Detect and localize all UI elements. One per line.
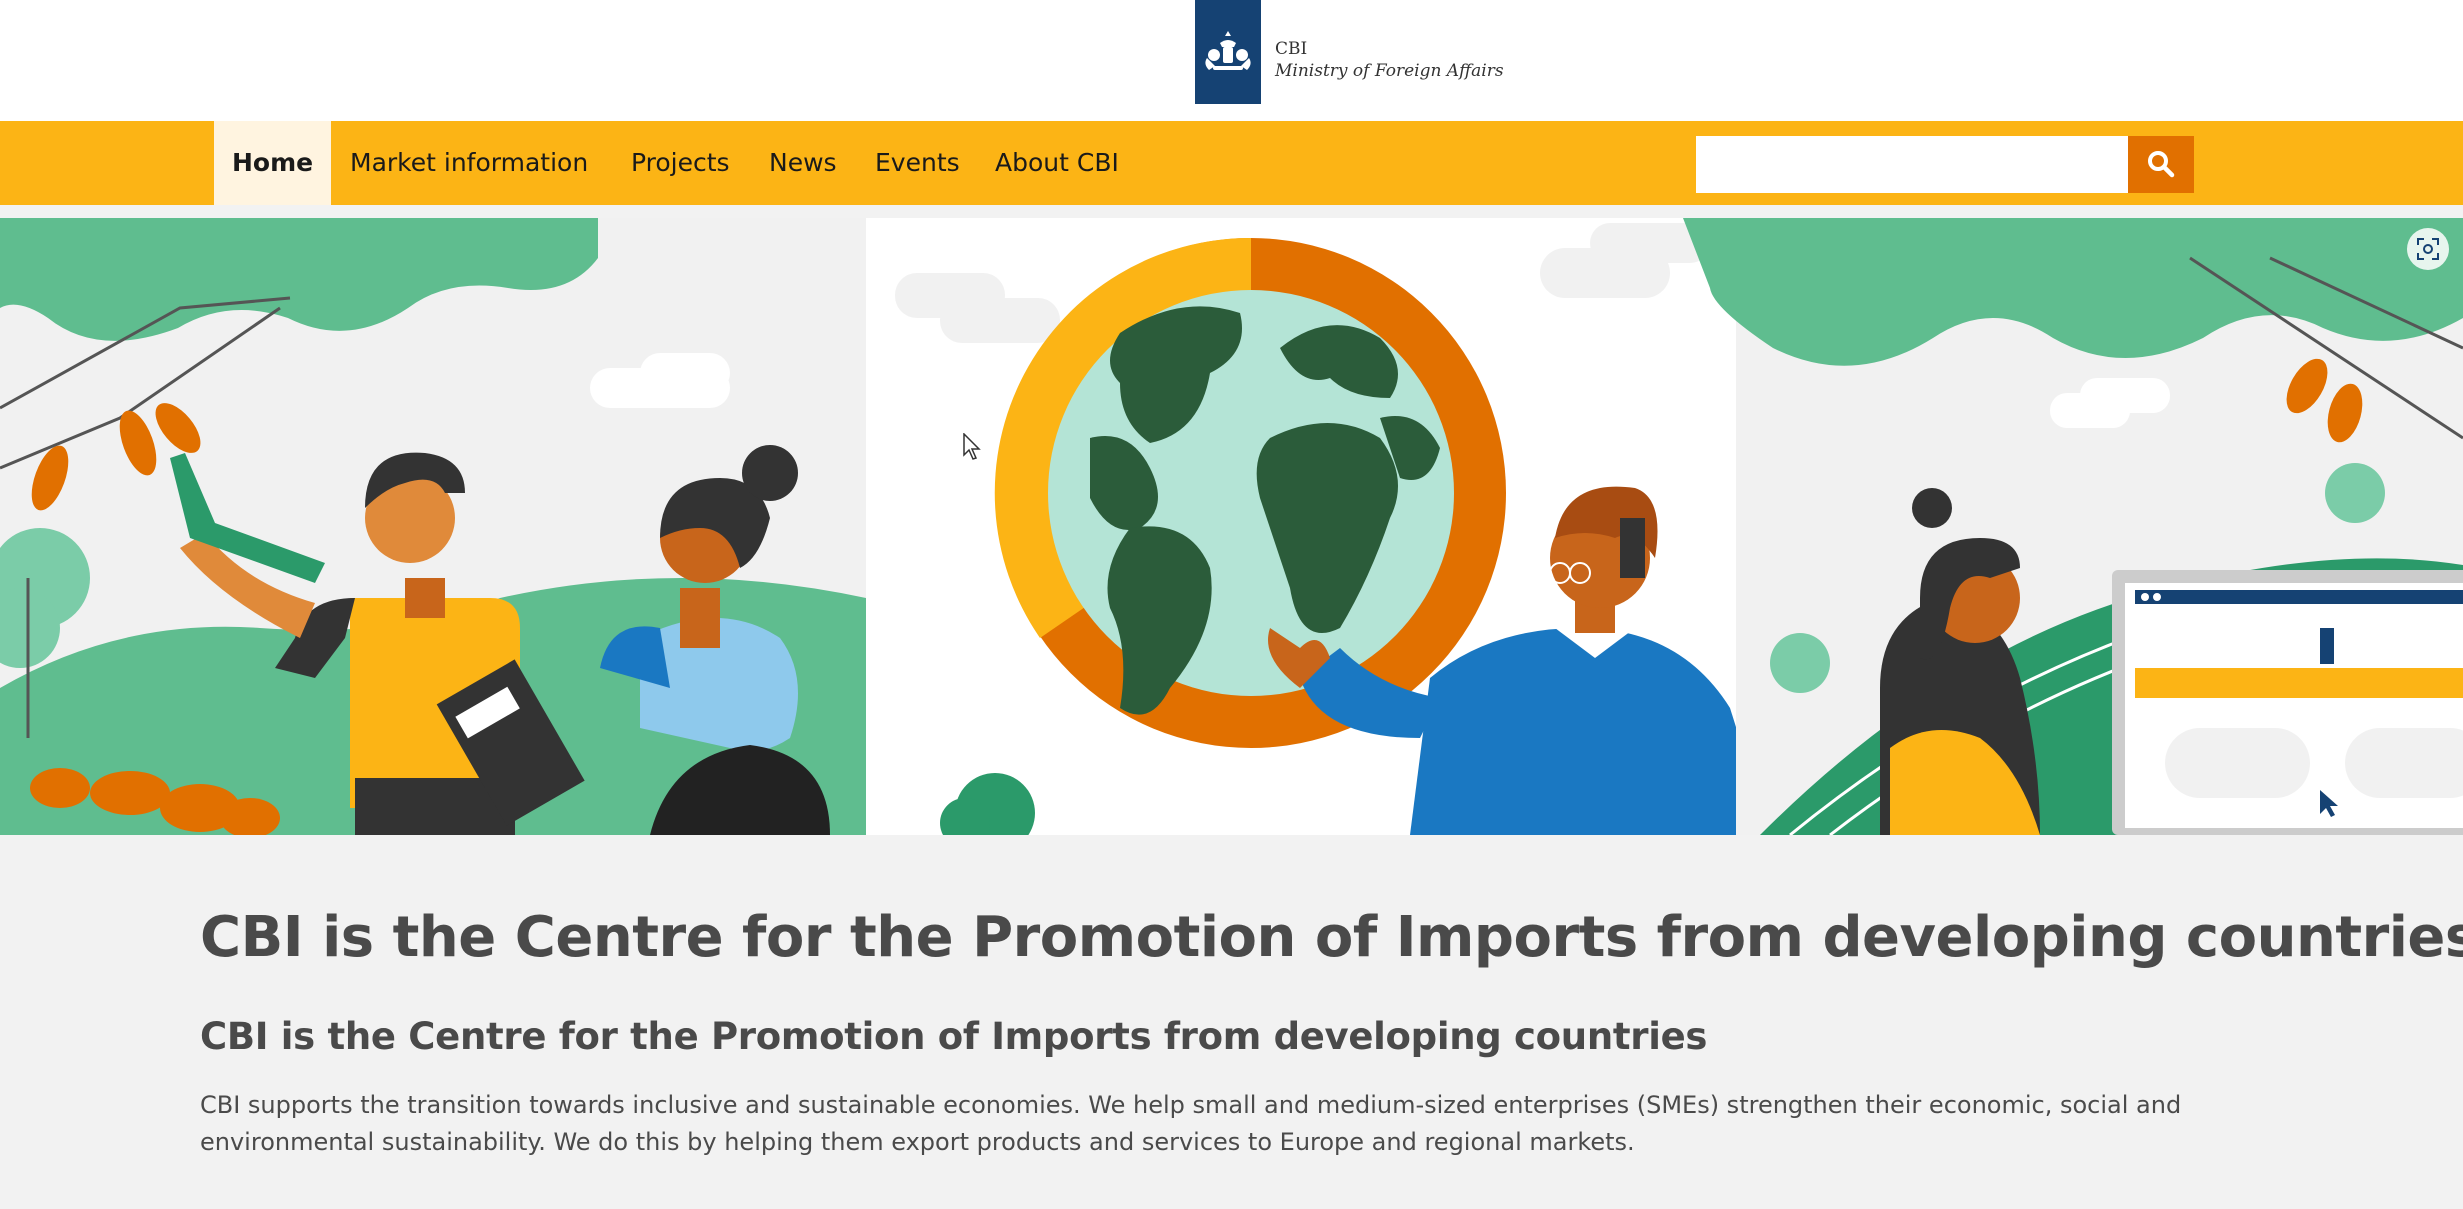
intro-paragraph: CBI supports the transition towards incl… [200, 1091, 2182, 1156]
expand-icon [2417, 238, 2439, 260]
rijksoverheid-logo[interactable] [1195, 0, 1261, 104]
logo-ministry: Ministry of Foreign Affairs [1275, 61, 1504, 81]
nav-item-home[interactable]: Home [214, 121, 332, 205]
nav-item-projects[interactable]: Projects [631, 121, 730, 205]
expand-image-button[interactable] [2407, 228, 2449, 270]
coat-of-arms-icon [1205, 31, 1251, 70]
nav-item-about-cbi[interactable]: About CBI [995, 121, 1119, 205]
search-input[interactable] [1696, 136, 2128, 193]
mouse-cursor-icon [963, 433, 981, 460]
nav-item-market-information[interactable]: Market information [350, 121, 588, 205]
nav-item-news[interactable]: News [769, 121, 837, 205]
hero-illustration [0, 218, 2463, 835]
logo-text: CBI Ministry of Foreign Affairs [1275, 38, 1504, 82]
nav-item-events[interactable]: Events [875, 121, 960, 205]
page-title: CBI is the Centre for the Promotion of I… [200, 905, 2463, 970]
site-header: CBI Ministry of Foreign Affairs [0, 0, 2463, 121]
search-button[interactable] [2128, 136, 2194, 193]
section-heading: CBI is the Centre for the Promotion of I… [200, 1015, 1708, 1058]
hero-banner [0, 218, 2463, 835]
logo-cbi: CBI [1275, 39, 1308, 59]
search-icon [2148, 151, 2175, 178]
